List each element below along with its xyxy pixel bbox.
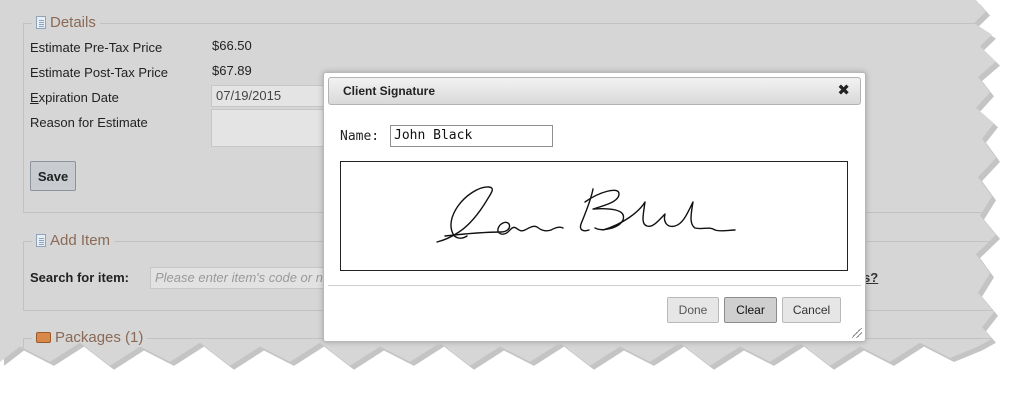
expiration-label: Expiration Date	[30, 90, 119, 105]
add-item-legend-text: Add Item	[50, 232, 111, 249]
posttax-value: $67.89	[212, 63, 252, 78]
expiration-date-value: 07/19/2015	[216, 88, 282, 103]
packages-fieldset: Packages (1)	[23, 329, 996, 366]
details-legend-text: Details	[50, 14, 96, 31]
name-input[interactable]: John Black	[390, 125, 553, 147]
reason-textarea[interactable]	[211, 109, 331, 147]
item-search-input[interactable]: Please enter item's code or n	[150, 267, 330, 289]
pretax-value: $66.50	[212, 38, 252, 53]
done-button[interactable]: Done	[667, 297, 719, 323]
posttax-label: Estimate Post-Tax Price	[30, 65, 168, 80]
reason-label: Reason for Estimate	[30, 115, 148, 130]
resize-grip-icon[interactable]	[852, 328, 862, 338]
cancel-button[interactable]: Cancel	[782, 297, 841, 323]
packages-legend-text: Packages (1)	[55, 329, 144, 346]
client-signature-dialog: Client Signature ✖ Name: John Black Done…	[323, 72, 866, 342]
clear-button[interactable]: Clear	[724, 297, 777, 323]
package-icon	[36, 332, 51, 343]
pretax-label: Estimate Pre-Tax Price	[30, 40, 163, 55]
add-item-legend: Add Item	[32, 232, 115, 249]
close-icon[interactable]: ✖	[837, 82, 850, 100]
name-label: Name:	[340, 129, 380, 144]
expiration-label-rest: xpiration Date	[38, 90, 119, 105]
dialog-separator	[328, 285, 861, 286]
expiration-date-input[interactable]: 07/19/2015	[211, 85, 331, 107]
estimate-page: Details Estimate Pre-Tax Price $66.50 Es…	[0, 0, 996, 366]
signature-stroke	[436, 186, 736, 243]
dialog-titlebar[interactable]: Client Signature ✖	[328, 77, 861, 105]
expiration-accesskey: E	[30, 90, 39, 105]
details-legend: Details	[32, 14, 100, 31]
packages-legend[interactable]: Packages (1)	[32, 329, 148, 346]
save-button[interactable]: Save	[30, 161, 76, 191]
search-label: Search for item:	[30, 270, 129, 285]
document-icon	[36, 16, 46, 29]
signature-pad[interactable]	[340, 161, 848, 271]
dialog-title: Client Signature	[343, 84, 436, 98]
document-icon	[36, 234, 46, 247]
